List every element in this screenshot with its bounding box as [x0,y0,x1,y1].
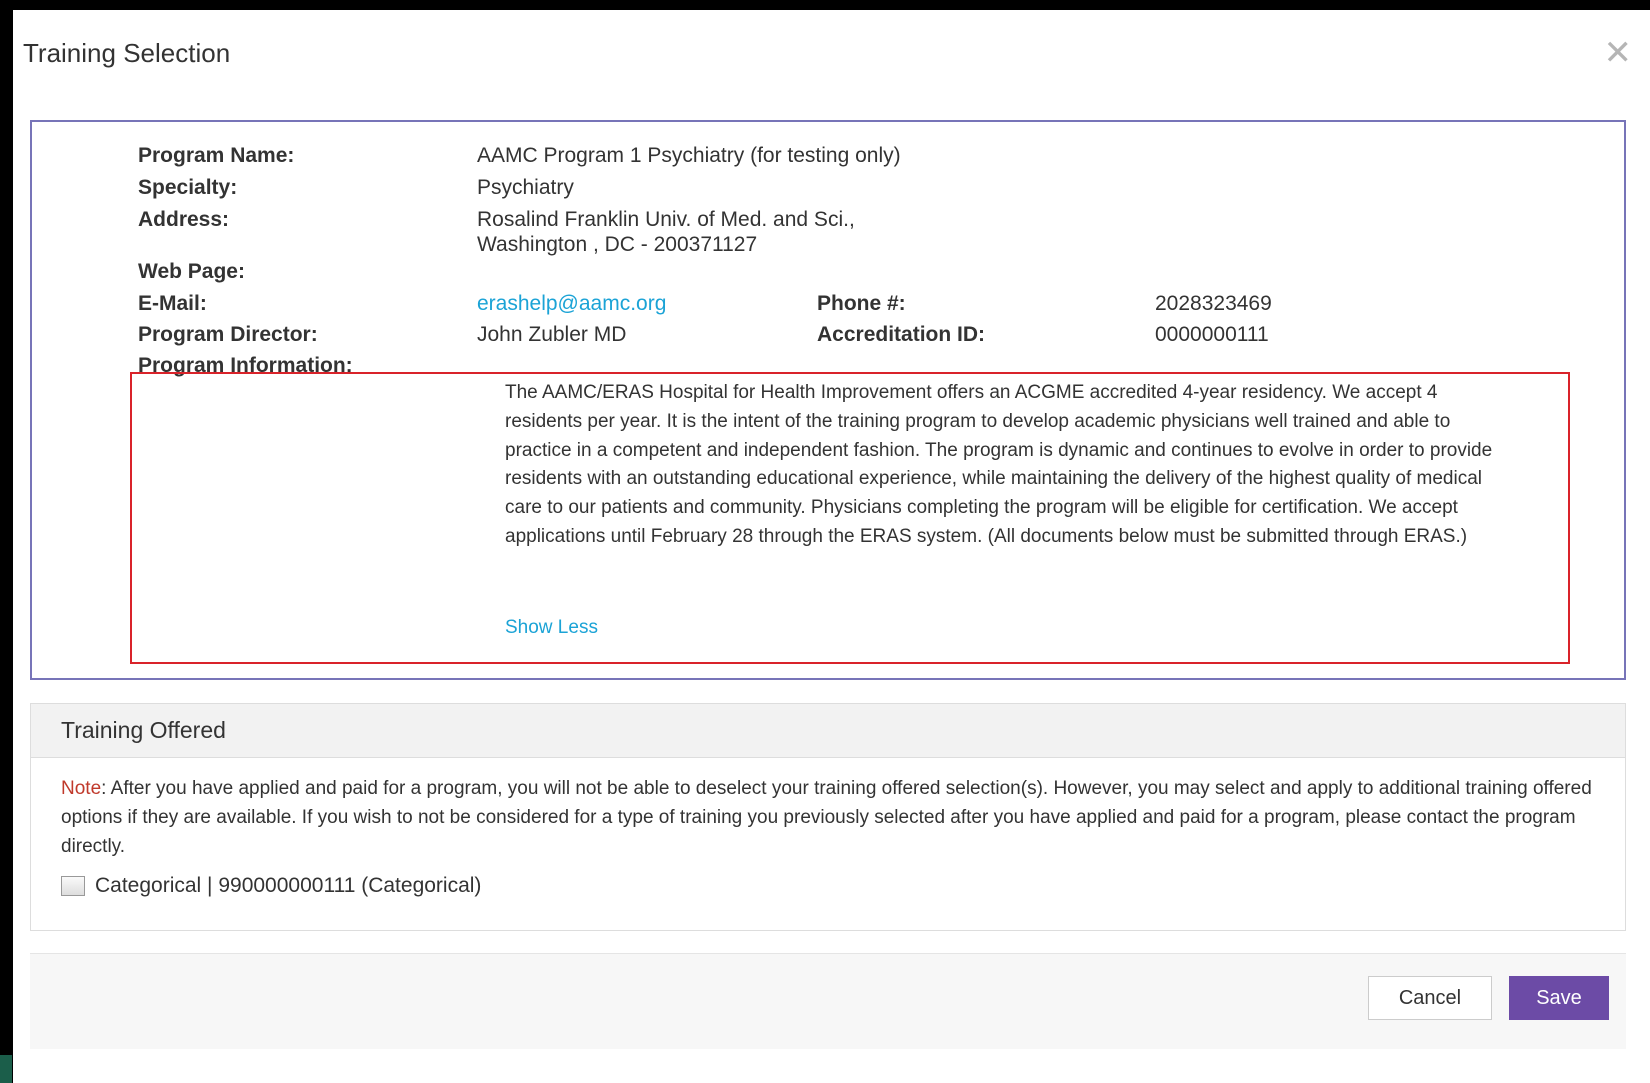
training-offered-panel: Training Offered Note: After you have ap… [30,703,1626,931]
save-button[interactable]: Save [1509,976,1609,1020]
program-name-label: Program Name: [138,144,295,167]
program-info-box: Program Name: AAMC Program 1 Psychiatry … [30,120,1626,680]
phone-value: 2028323469 [1155,292,1272,315]
training-note: Note: After you have applied and paid fo… [61,774,1601,861]
close-icon[interactable]: ✕ [1604,36,1633,70]
address-line1: Rosalind Franklin Univ. of Med. and Sci.… [477,208,855,231]
accreditation-label: Accreditation ID: [817,323,986,346]
categorical-option-label: Categorical | 990000000111 (Categorical) [95,874,482,897]
email-link[interactable]: erashelp@aamc.org [477,292,666,316]
dialog-title: Training Selection [23,38,231,68]
specialty-label: Specialty: [138,176,238,199]
training-selection-dialog: Training Selection ✕ Program Name: AAMC … [13,10,1650,1083]
dialog-footer: Cancel Save [30,953,1626,1049]
specialty-value: Psychiatry [477,176,574,199]
phone-label: Phone #: [817,292,906,315]
background-edge [0,1055,12,1083]
cancel-button[interactable]: Cancel [1368,976,1492,1020]
accreditation-value: 0000000111 [1155,323,1269,346]
training-option-row[interactable]: Categorical | 990000000111 (Categorical) [61,874,481,898]
note-label: Note [61,778,102,799]
program-info-text: The AAMC/ERAS Hospital for Health Improv… [505,382,1493,547]
show-less-link[interactable]: Show Less [505,617,598,639]
training-offered-header: Training Offered [31,704,1625,758]
address-line2: Washington , DC - 200371127 [477,233,758,256]
director-label: Program Director: [138,323,318,346]
webpage-label: Web Page: [138,260,245,283]
address-label: Address: [138,208,230,231]
note-text: : After you have applied and paid for a … [61,778,1592,857]
email-label: E-Mail: [138,292,207,315]
categorical-checkbox[interactable] [61,876,85,896]
director-value: John Zubler MD [477,323,627,346]
program-name-value: AAMC Program 1 Psychiatry (for testing o… [477,144,901,167]
